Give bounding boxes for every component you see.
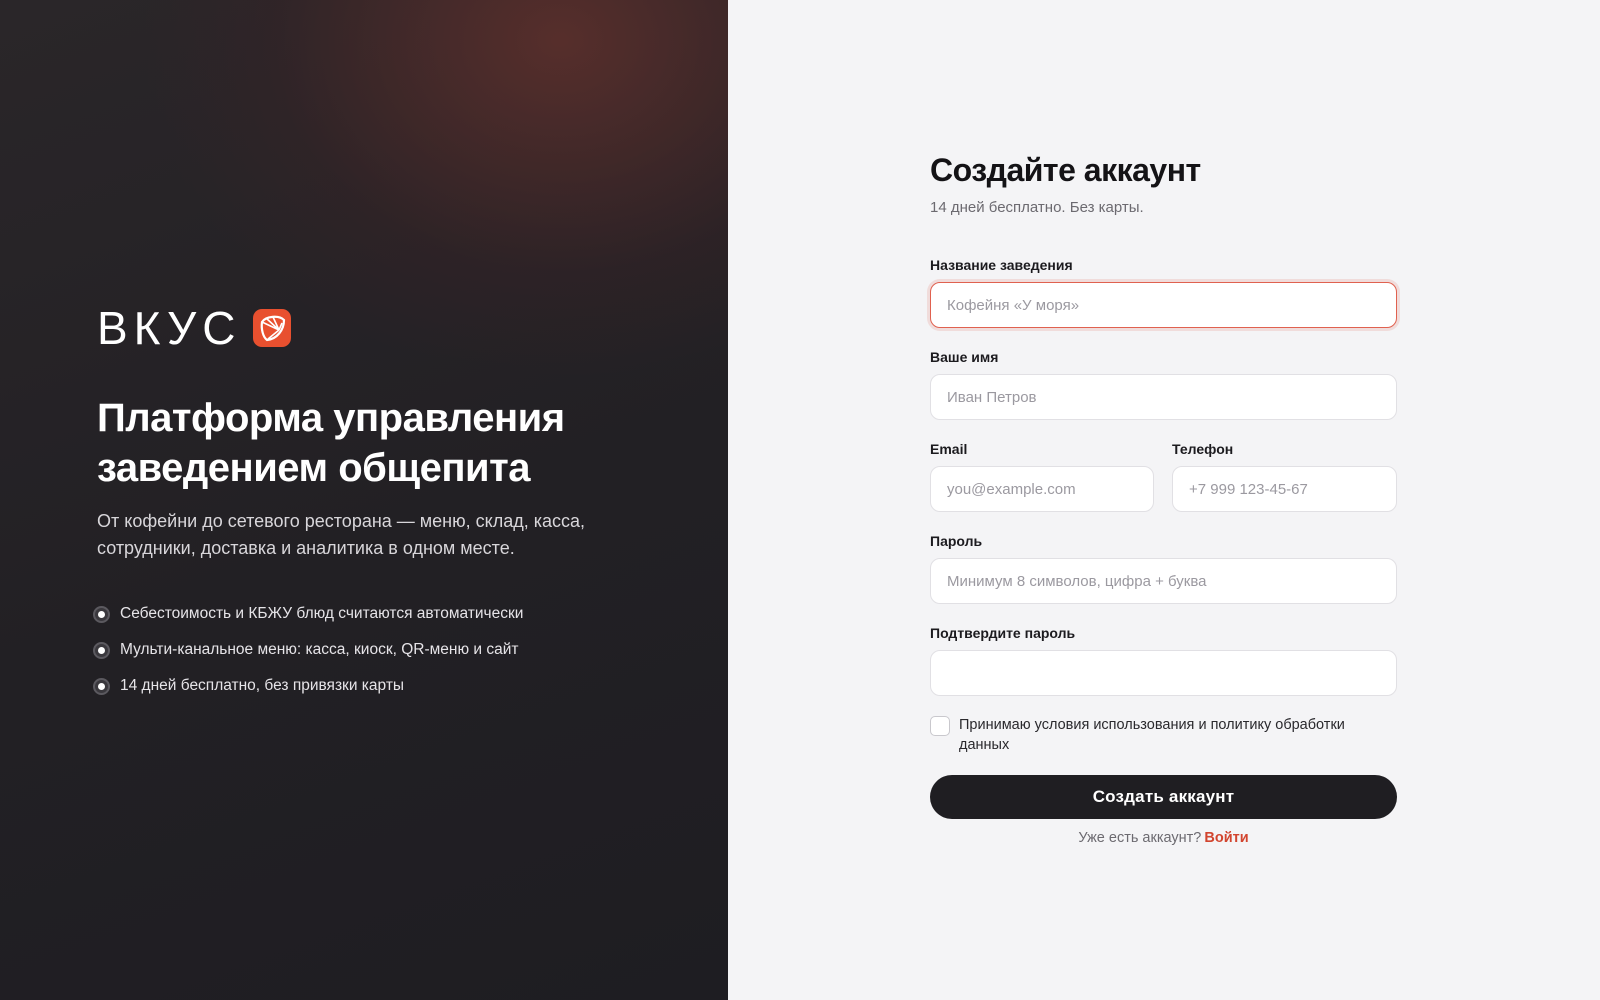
email-input[interactable] [930, 466, 1154, 512]
terms-text: Принимаю условия использования и политик… [959, 717, 1345, 753]
promo-panel: ВКУС Платформа управления заведением общ… [0, 0, 728, 1000]
confirm-password-field: Подтвердите пароль [930, 624, 1397, 696]
signup-form: Создайте аккаунт 14 дней бесплатно. Без … [930, 150, 1397, 846]
name-field: Ваше имя [930, 348, 1397, 420]
confirm-password-input[interactable] [930, 650, 1397, 696]
form-subtitle: 14 дней бесплатно. Без карты. [930, 199, 1144, 216]
hero-lead: От кофейни до сетевого ресторана — меню,… [97, 511, 586, 558]
create-account-button[interactable]: Создать аккаунт [930, 775, 1397, 819]
feature-text: Себестоимость и КБЖУ блюд считаются авто… [120, 605, 524, 622]
bullet-icon [93, 641, 110, 659]
terms-checkbox[interactable] [930, 716, 950, 736]
password-label: Пароль [930, 533, 983, 549]
hero-headline: Платформа управления заведением общепита [97, 396, 565, 490]
bullet-icon [93, 677, 110, 695]
venue-label: Название заведения [930, 257, 1073, 273]
feature-item: 14 дней бесплатно, без привязки карты [93, 668, 523, 704]
venue-field: Название заведения [930, 256, 1397, 328]
name-label: Ваше имя [930, 349, 999, 365]
email-field: Email [930, 440, 1154, 512]
brand-logo: ВКУС [97, 302, 292, 354]
phone-input[interactable] [1172, 466, 1397, 512]
feature-item: Мульти-канальное меню: касса, киоск, QR-… [93, 632, 523, 668]
feature-item: Себестоимость и КБЖУ блюд считаются авто… [93, 596, 523, 632]
login-link[interactable]: Войти [1204, 830, 1248, 846]
phone-label: Телефон [1172, 441, 1234, 457]
feature-text: 14 дней бесплатно, без привязки карты [120, 677, 405, 694]
citrus-logo-icon [253, 309, 292, 347]
password-input[interactable] [930, 558, 1397, 604]
feature-list: Себестоимость и КБЖУ блюд считаются авто… [93, 596, 523, 704]
phone-field: Телефон [1172, 440, 1397, 512]
form-title: Создайте аккаунт [930, 152, 1201, 188]
brand-name: ВКУС [97, 302, 242, 354]
bullet-icon [93, 605, 110, 623]
password-field: Пароль [930, 532, 1397, 604]
login-prompt: Уже есть аккаунт? Войти [930, 830, 1397, 846]
feature-text: Мульти-канальное меню: касса, киоск, QR-… [120, 641, 519, 658]
login-prompt-text: Уже есть аккаунт? [1078, 830, 1202, 846]
confirm-password-label: Подтвердите пароль [930, 625, 1076, 641]
venue-name-input[interactable] [930, 282, 1397, 328]
signup-panel: Создайте аккаунт 14 дней бесплатно. Без … [728, 0, 1600, 1000]
terms-row: Принимаю условия использования и политик… [930, 715, 1397, 755]
email-label: Email [930, 441, 968, 457]
name-input[interactable] [930, 374, 1397, 420]
